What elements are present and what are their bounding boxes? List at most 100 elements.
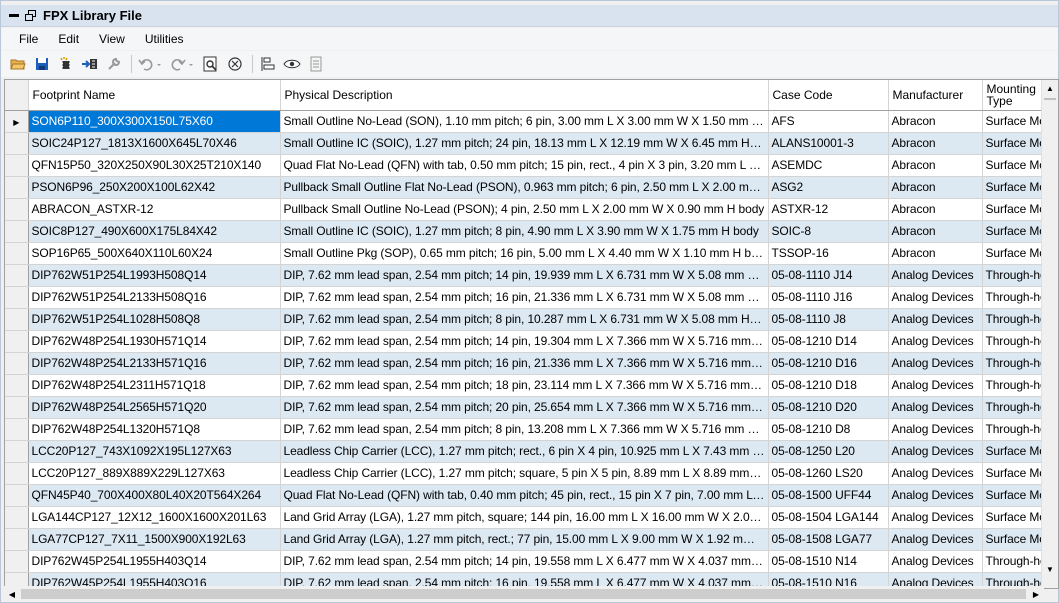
case-code-cell[interactable]: ALANS10001-3: [768, 132, 889, 155]
case-code-cell[interactable]: 05-08-1210 D20: [768, 396, 889, 419]
footprint-name-cell[interactable]: QFN15P50_320X250X90L30X25T210X140: [28, 154, 281, 177]
footprint-name-cell[interactable]: QFN45P40_700X400X80L40X20T564X264: [28, 484, 281, 507]
import-export-icon[interactable]: [79, 53, 101, 75]
row-header[interactable]: [5, 286, 29, 309]
row-header[interactable]: [5, 242, 29, 265]
case-code-cell[interactable]: 05-08-1210 D18: [768, 374, 889, 397]
manufacturer-cell[interactable]: Analog Devices: [888, 396, 983, 419]
mounting-type-cell[interactable]: Through-hole: [982, 550, 1046, 573]
new-footprint-icon[interactable]: [55, 53, 77, 75]
manufacturer-cell[interactable]: Abracon: [888, 176, 983, 199]
document-icon[interactable]: [305, 53, 327, 75]
manufacturer-cell[interactable]: Analog Devices: [888, 550, 983, 573]
table-row[interactable]: LCC20P127_743X1092X195L127X63 Leadless Ch…: [5, 440, 1046, 463]
footprint-name-cell[interactable]: DIP762W48P254L2133H571Q16: [28, 352, 281, 375]
mounting-type-cell[interactable]: Through-hole: [982, 396, 1046, 419]
column-header-mounting-type[interactable]: Mounting Type: [982, 80, 1046, 111]
footprint-name-cell[interactable]: DIP762W45P254L1955H403Q14: [28, 550, 281, 573]
footprint-name-cell[interactable]: DIP762W48P254L2565H571Q20: [28, 396, 281, 419]
table-row[interactable]: DIP762W48P254L2565H571Q20 DIP, 7.62 mm le…: [5, 396, 1046, 419]
mounting-type-cell[interactable]: Surface Mou: [982, 198, 1046, 221]
mounting-type-cell[interactable]: Through-hole: [982, 374, 1046, 397]
row-header[interactable]: [5, 550, 29, 573]
manufacturer-cell[interactable]: Analog Devices: [888, 286, 983, 309]
row-header[interactable]: [5, 330, 29, 353]
footprint-name-cell[interactable]: DIP762W48P254L1930H571Q14: [28, 330, 281, 353]
physical-description-cell[interactable]: Small Outline IC (SOIC), 1.27 mm pitch; …: [280, 220, 769, 243]
mounting-type-cell[interactable]: Surface Mou: [982, 484, 1046, 507]
physical-description-cell[interactable]: Leadless Chip Carrier (LCC), 1.27 mm pit…: [280, 462, 769, 485]
mounting-type-cell[interactable]: Through-hole: [982, 352, 1046, 375]
save-icon[interactable]: [31, 53, 53, 75]
column-header-footprint-name[interactable]: Footprint Name: [28, 80, 281, 111]
mounting-type-cell[interactable]: Through-hole: [982, 308, 1046, 331]
footprint-name-cell[interactable]: ABRACON_ASTXR-12: [28, 198, 281, 221]
footprint-name-cell[interactable]: LGA144CP127_12X12_1600X1600X201L63: [28, 506, 281, 529]
footprint-name-cell[interactable]: DIP762W48P254L2311H571Q18: [28, 374, 281, 397]
table-row[interactable]: DIP762W48P254L2311H571Q18 DIP, 7.62 mm le…: [5, 374, 1046, 397]
preview-eye-icon[interactable]: [281, 53, 303, 75]
table-row[interactable]: SOIC24P127_1813X1600X645L70X46 Small Outl…: [5, 132, 1046, 155]
footprint-name-cell[interactable]: LCC20P127_889X889X229L127X63: [28, 462, 281, 485]
mounting-type-cell[interactable]: Surface Mou: [982, 506, 1046, 529]
manufacturer-cell[interactable]: Abracon: [888, 132, 983, 155]
table-row[interactable]: DIP762W45P254L1955H403Q14 DIP, 7.62 mm le…: [5, 550, 1046, 573]
physical-description-cell[interactable]: Land Grid Array (LGA), 1.27 mm pitch, re…: [280, 528, 769, 551]
mounting-type-cell[interactable]: Surface Mou: [982, 242, 1046, 265]
row-header[interactable]: [5, 374, 29, 397]
case-code-cell[interactable]: ASTXR-12: [768, 198, 889, 221]
case-code-cell[interactable]: 05-08-1260 LS20: [768, 462, 889, 485]
manufacturer-cell[interactable]: Abracon: [888, 110, 983, 133]
manufacturer-cell[interactable]: Analog Devices: [888, 440, 983, 463]
case-code-cell[interactable]: 05-08-1510 N14: [768, 550, 889, 573]
footprint-name-cell[interactable]: PSON6P96_250X200X100L62X42: [28, 176, 281, 199]
case-code-cell[interactable]: TSSOP-16: [768, 242, 889, 265]
physical-description-cell[interactable]: Small Outline Pkg (SOP), 0.65 mm pitch; …: [280, 242, 769, 265]
table-row[interactable]: DIP762W51P254L1028H508Q8 DIP, 7.62 mm lea…: [5, 308, 1046, 331]
manufacturer-cell[interactable]: Analog Devices: [888, 528, 983, 551]
row-header-corner[interactable]: [5, 80, 29, 111]
case-code-cell[interactable]: 05-08-1500 UFF44: [768, 484, 889, 507]
table-row[interactable]: SOP16P65_500X640X110L60X24 Small Outline …: [5, 242, 1046, 265]
column-header-physical-description[interactable]: Physical Description: [280, 80, 769, 111]
case-code-cell[interactable]: 05-08-1210 D16: [768, 352, 889, 375]
manufacturer-cell[interactable]: Analog Devices: [888, 418, 983, 441]
physical-description-cell[interactable]: Leadless Chip Carrier (LCC), 1.27 mm pit…: [280, 440, 769, 463]
mounting-type-cell[interactable]: Through-hole: [982, 264, 1046, 287]
table-row[interactable]: DIP762W48P254L2133H571Q16 DIP, 7.62 mm le…: [5, 352, 1046, 375]
menu-view[interactable]: View: [89, 28, 135, 50]
physical-description-cell[interactable]: Small Outline IC (SOIC), 1.27 mm pitch; …: [280, 132, 769, 155]
case-code-cell[interactable]: 05-08-1508 LGA77: [768, 528, 889, 551]
case-code-cell[interactable]: ASEMDC: [768, 154, 889, 177]
mounting-type-cell[interactable]: Surface Mou: [982, 132, 1046, 155]
physical-description-cell[interactable]: DIP, 7.62 mm lead span, 2.54 mm pitch; 1…: [280, 374, 769, 397]
row-header[interactable]: [5, 308, 29, 331]
case-code-cell[interactable]: AFS: [768, 110, 889, 133]
manufacturer-cell[interactable]: Analog Devices: [888, 264, 983, 287]
vertical-scroll-thumb[interactable]: [1044, 98, 1056, 100]
physical-description-cell[interactable]: DIP, 7.62 mm lead span, 2.54 mm pitch; 1…: [280, 330, 769, 353]
mounting-type-cell[interactable]: Surface Mou: [982, 528, 1046, 551]
case-code-cell[interactable]: ASG2: [768, 176, 889, 199]
table-row[interactable]: QFN45P40_700X400X80L40X20T564X264 Quad Fl…: [5, 484, 1046, 507]
row-header[interactable]: [5, 396, 29, 419]
open-folder-icon[interactable]: [7, 53, 29, 75]
footprint-name-cell[interactable]: SOIC24P127_1813X1600X645L70X46: [28, 132, 281, 155]
manufacturer-cell[interactable]: Abracon: [888, 220, 983, 243]
physical-description-cell[interactable]: DIP, 7.62 mm lead span, 2.54 mm pitch; 1…: [280, 264, 769, 287]
footprint-name-cell[interactable]: LCC20P127_743X1092X195L127X63: [28, 440, 281, 463]
footprint-name-cell[interactable]: LGA77CP127_7X11_1500X900X192L63: [28, 528, 281, 551]
mounting-type-cell[interactable]: Through-hole: [982, 330, 1046, 353]
column-header-manufacturer[interactable]: Manufacturer: [888, 80, 983, 111]
row-header[interactable]: [5, 198, 29, 221]
mounting-type-cell[interactable]: Surface Mou: [982, 154, 1046, 177]
table-row[interactable]: DIP762W51P254L1993H508Q14 DIP, 7.62 mm le…: [5, 264, 1046, 287]
case-code-cell[interactable]: 05-08-1110 J14: [768, 264, 889, 287]
row-header[interactable]: [5, 440, 29, 463]
row-header[interactable]: [5, 418, 29, 441]
horizontal-scroll-thumb[interactable]: [21, 589, 1026, 599]
case-code-cell[interactable]: 05-08-1504 LGA144: [768, 506, 889, 529]
column-header-case-code[interactable]: Case Code: [768, 80, 889, 111]
restore-icon[interactable]: [25, 9, 37, 22]
footprint-name-cell[interactable]: SOIC8P127_490X600X175L84X42: [28, 220, 281, 243]
